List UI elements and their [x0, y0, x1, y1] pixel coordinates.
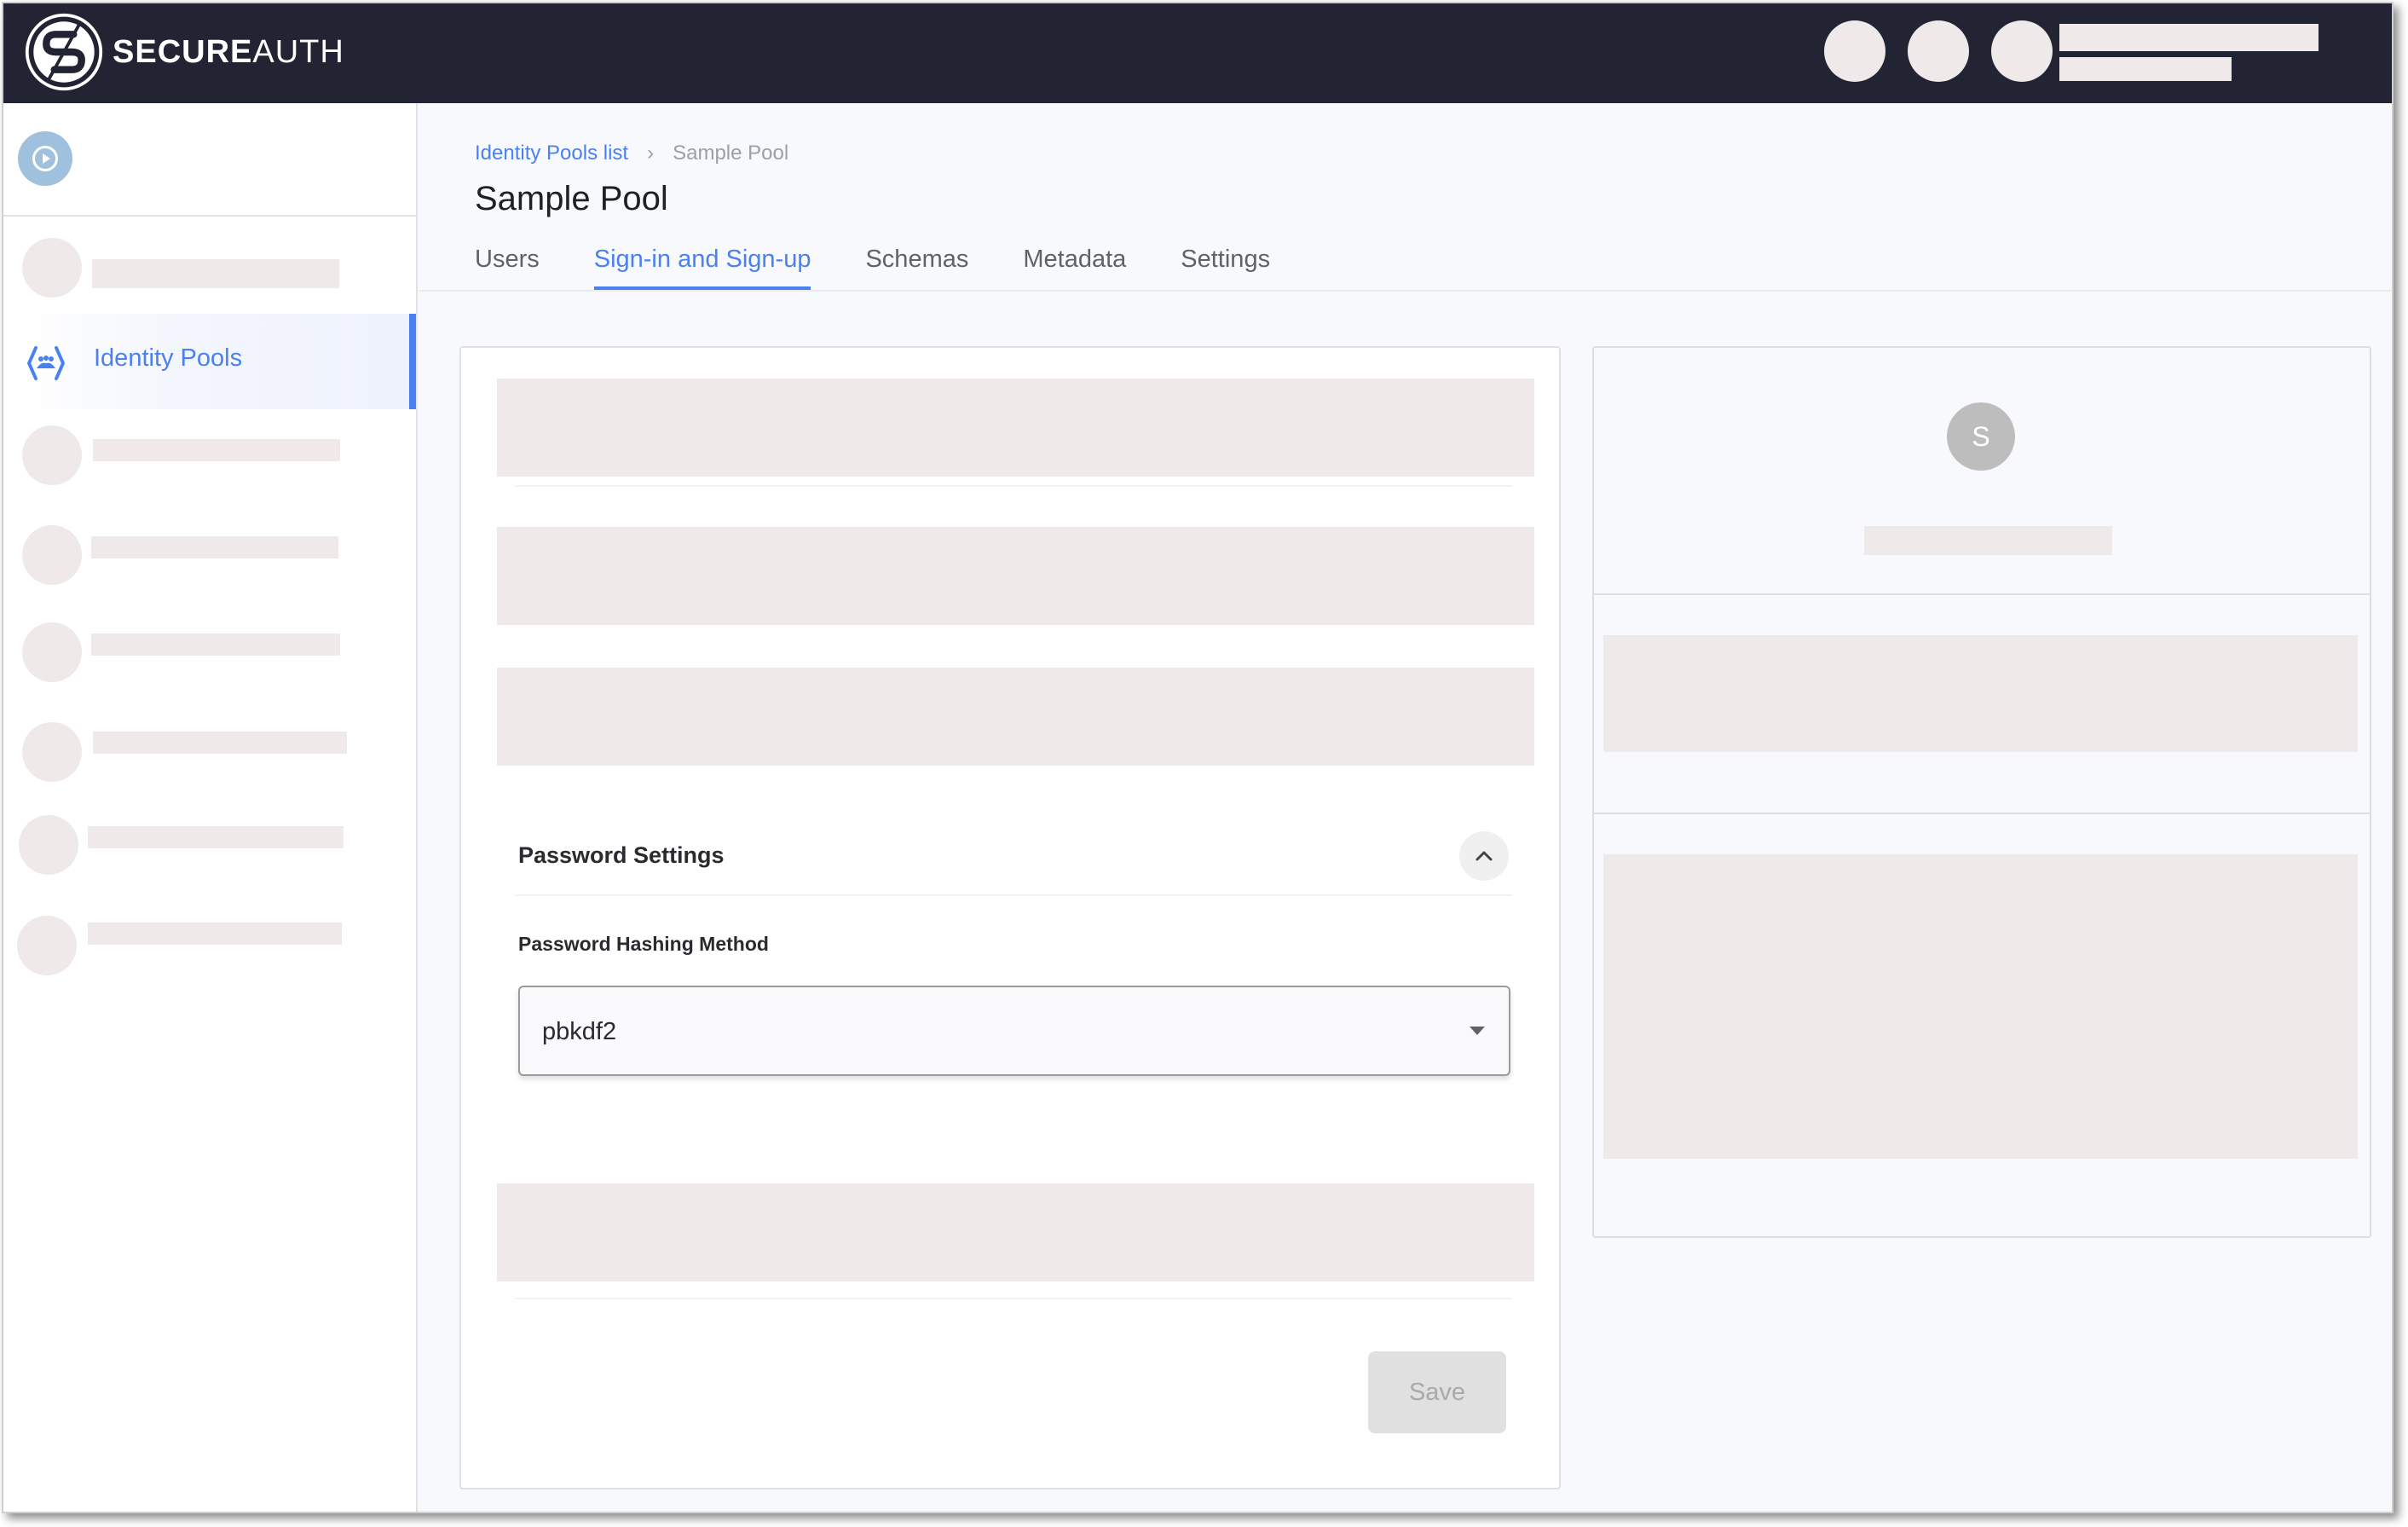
pool-avatar: S — [1947, 402, 2015, 471]
sidebar-label-placeholder — [88, 923, 342, 945]
sidebar-label-placeholder — [93, 732, 347, 754]
user-avatar-placeholder[interactable] — [1991, 20, 2053, 82]
content-placeholder — [497, 379, 1534, 477]
password-hashing-select[interactable]: pbkdf2 — [518, 986, 1510, 1076]
divider — [515, 894, 1512, 896]
sidebar-icon-placeholder — [22, 238, 82, 298]
sidebar-icon-placeholder — [19, 815, 78, 875]
secureauth-logo-icon — [25, 13, 103, 91]
tabs-divider — [419, 290, 2392, 292]
content-placeholder — [497, 668, 1534, 766]
sidebar-header — [3, 103, 416, 217]
pool-name-placeholder — [1864, 526, 2112, 555]
password-settings-title: Password Settings — [518, 842, 725, 868]
user-subtitle-placeholder — [2059, 57, 2232, 81]
content-placeholder — [497, 527, 1534, 625]
sidebar-brand-button[interactable] — [18, 131, 72, 186]
sign-in-settings-card: Password Settings Password Hashing Metho… — [459, 346, 1561, 1489]
sidebar-label-placeholder — [91, 536, 338, 558]
active-indicator — [409, 314, 416, 409]
save-button[interactable]: Save — [1368, 1351, 1506, 1433]
chevron-right-icon: › — [647, 142, 655, 165]
pool-summary-card: S — [1592, 346, 2371, 1238]
divider — [515, 485, 1512, 487]
sidebar-item-placeholder[interactable] — [3, 618, 416, 686]
breadcrumb: Identity Pools list › Sample Pool — [475, 142, 788, 165]
tab-bar: Users Sign-in and Sign-up Schemas Metada… — [475, 246, 1325, 291]
sidebar-item-placeholder[interactable] — [3, 421, 416, 489]
sidebar-icon-placeholder — [17, 916, 77, 975]
sidebar: Identity Pools — [3, 103, 418, 1512]
play-circle-icon — [32, 146, 58, 171]
tab-metadata[interactable]: Metadata — [1023, 246, 1126, 286]
header-icon-placeholder[interactable] — [1908, 20, 1969, 82]
page-title: Sample Pool — [475, 180, 668, 217]
sidebar-icon-placeholder — [22, 425, 82, 485]
identity-pools-icon — [27, 346, 65, 380]
sidebar-label-placeholder — [93, 439, 340, 461]
breadcrumb-link-identity-pools[interactable]: Identity Pools list — [475, 142, 628, 165]
sidebar-item-placeholder[interactable] — [3, 911, 416, 980]
breadcrumb-current: Sample Pool — [673, 142, 789, 165]
sidebar-label-placeholder — [91, 633, 340, 656]
sidebar-item-placeholder[interactable] — [3, 521, 416, 589]
sidebar-item-placeholder[interactable] — [3, 718, 416, 786]
user-name-placeholder — [2059, 24, 2318, 51]
content-placeholder — [497, 1183, 1534, 1281]
password-hashing-label: Password Hashing Method — [518, 933, 769, 955]
sidebar-icon-placeholder — [22, 722, 82, 782]
divider — [1594, 813, 2370, 814]
tab-users[interactable]: Users — [475, 246, 540, 286]
app-window: SECUREAUTH Identity Pools Identity Pools… — [2, 2, 2394, 1513]
sidebar-label-placeholder — [92, 259, 339, 288]
caret-down-icon — [1470, 1027, 1485, 1035]
chevron-up-icon — [1475, 851, 1493, 861]
sidebar-item-placeholder[interactable] — [3, 811, 416, 879]
sidebar-icon-placeholder — [22, 622, 82, 682]
tab-schemas[interactable]: Schemas — [865, 246, 968, 286]
select-value: pbkdf2 — [542, 1018, 617, 1045]
content-placeholder — [1603, 854, 2358, 1159]
sidebar-label-placeholder — [88, 826, 344, 848]
content-placeholder — [1603, 635, 2358, 752]
header-icon-placeholder[interactable] — [1824, 20, 1885, 82]
tab-sign-in-and-sign-up[interactable]: Sign-in and Sign-up — [593, 246, 811, 291]
brand-logo[interactable]: SECUREAUTH — [24, 12, 344, 92]
sidebar-item-label: Identity Pools — [94, 344, 243, 372]
sidebar-item-placeholder[interactable] — [3, 234, 416, 302]
tab-settings[interactable]: Settings — [1181, 246, 1270, 286]
collapse-section-button[interactable] — [1459, 831, 1509, 881]
sidebar-item-identity-pools[interactable]: Identity Pools — [19, 314, 416, 409]
sidebar-icon-placeholder — [22, 525, 82, 585]
brand-name: SECUREAUTH — [113, 33, 344, 70]
divider — [515, 1298, 1512, 1299]
divider — [1594, 593, 2370, 595]
top-bar: SECUREAUTH — [3, 3, 2392, 103]
